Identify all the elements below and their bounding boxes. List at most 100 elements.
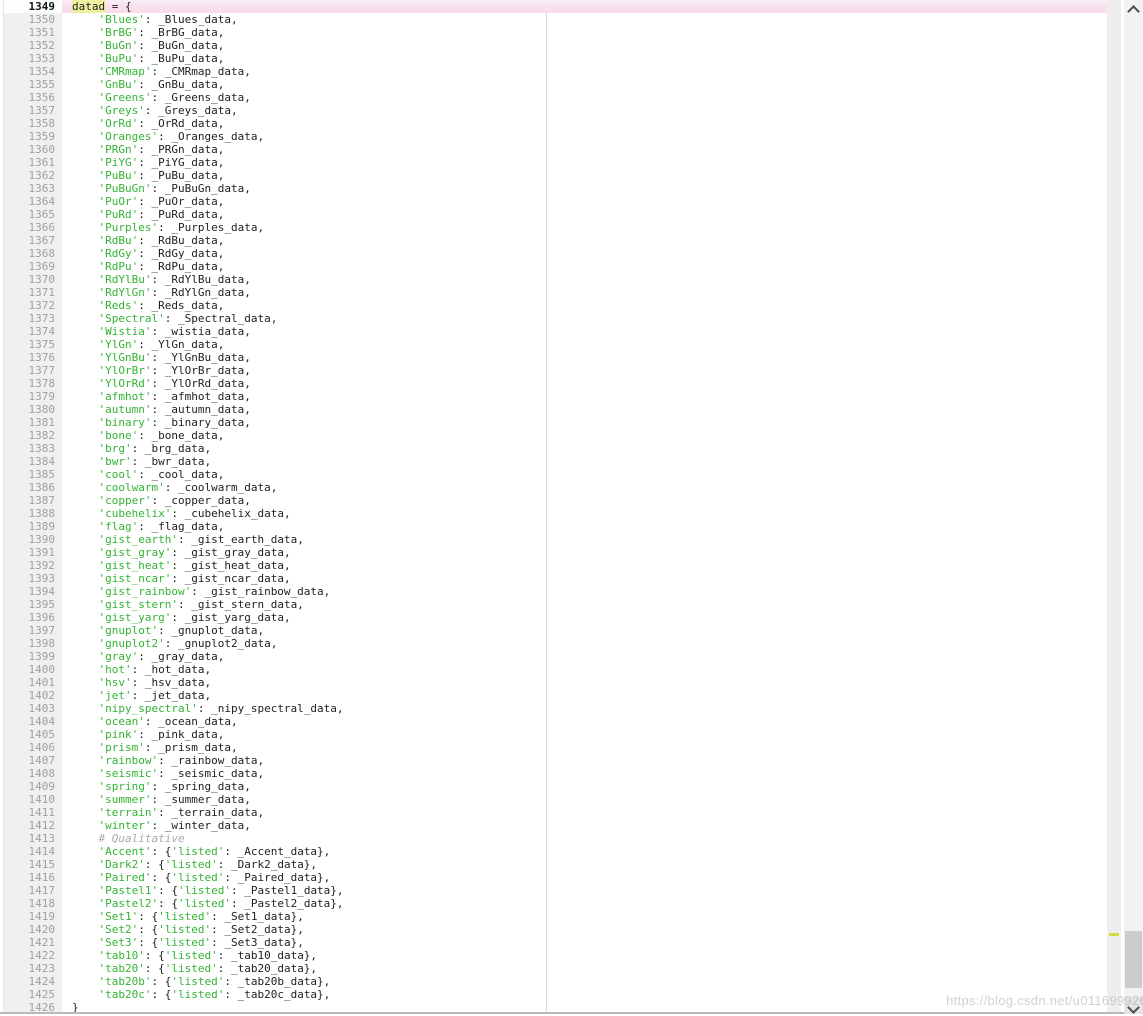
- code-token: 'GnBu': [99, 78, 139, 91]
- code-line[interactable]: 1410 'summer': _summer_data,: [0, 793, 1107, 806]
- change-marker-icon[interactable]: [1109, 933, 1119, 936]
- code-line[interactable]: 1396 'gist_yarg': _gist_yarg_data,: [0, 611, 1107, 624]
- code-area[interactable]: 1349datad = {1350 'Blues': _Blues_data,1…: [0, 0, 1107, 1014]
- scrollbar-thumb[interactable]: [1125, 931, 1142, 988]
- code-token: : _Set1_data},: [211, 910, 304, 923]
- line-number: 1396: [3, 611, 62, 624]
- code-line[interactable]: 1418 'Pastel2': {'listed': _Pastel2_data…: [0, 897, 1107, 910]
- vertical-scrollbar[interactable]: [1124, 0, 1143, 1014]
- code-line[interactable]: 1393 'gist_ncar': _gist_ncar_data,: [0, 572, 1107, 585]
- code-line[interactable]: 1369 'RdPu': _RdPu_data,: [0, 260, 1107, 273]
- code-line[interactable]: 1370 'RdYlBu': _RdYlBu_data,: [0, 273, 1107, 286]
- code-line[interactable]: 1399 'gray': _gray_data,: [0, 650, 1107, 663]
- code-line[interactable]: 1421 'Set3': {'listed': _Set3_data},: [0, 936, 1107, 949]
- code-line[interactable]: 1380 'autumn': _autumn_data,: [0, 403, 1107, 416]
- code-line[interactable]: 1364 'PuOr': _PuOr_data,: [0, 195, 1107, 208]
- code-line[interactable]: 1362 'PuBu': _PuBu_data,: [0, 169, 1107, 182]
- code-line[interactable]: 1361 'PiYG': _PiYG_data,: [0, 156, 1107, 169]
- code-line[interactable]: 1386 'coolwarm': _coolwarm_data,: [0, 481, 1107, 494]
- code-line[interactable]: 1366 'Purples': _Purples_data,: [0, 221, 1107, 234]
- code-line[interactable]: 1402 'jet': _jet_data,: [0, 689, 1107, 702]
- code-line[interactable]: 1408 'seismic': _seismic_data,: [0, 767, 1107, 780]
- code-line[interactable]: 1360 'PRGn': _PRGn_data,: [0, 143, 1107, 156]
- code-line[interactable]: 1407 'rainbow': _rainbow_data,: [0, 754, 1107, 767]
- code-line[interactable]: 1372 'Reds': _Reds_data,: [0, 299, 1107, 312]
- code-token: 'bwr': [99, 455, 132, 468]
- code-line[interactable]: 1412 'winter': _winter_data,: [0, 819, 1107, 832]
- code-line[interactable]: 1379 'afmhot': _afmhot_data,: [0, 390, 1107, 403]
- code-line[interactable]: 1371 'RdYlGn': _RdYlGn_data,: [0, 286, 1107, 299]
- code-line[interactable]: 1417 'Pastel1': {'listed': _Pastel1_data…: [0, 884, 1107, 897]
- code-line[interactable]: 1373 'Spectral': _Spectral_data,: [0, 312, 1107, 325]
- code-line[interactable]: 1365 'PuRd': _PuRd_data,: [0, 208, 1107, 221]
- code-line[interactable]: 1375 'YlGn': _YlGn_data,: [0, 338, 1107, 351]
- code-line[interactable]: 1409 'spring': _spring_data,: [0, 780, 1107, 793]
- code-line[interactable]: 1354 'CMRmap': _CMRmap_data,: [0, 65, 1107, 78]
- code-line[interactable]: 1400 'hot': _hot_data,: [0, 663, 1107, 676]
- code-line[interactable]: 1385 'cool': _cool_data,: [0, 468, 1107, 481]
- code-line[interactable]: 1389 'flag': _flag_data,: [0, 520, 1107, 533]
- code-line[interactable]: 1424 'tab20b': {'listed': _tab20b_data},: [0, 975, 1107, 988]
- scroll-down-button[interactable]: [1124, 997, 1143, 1014]
- code-line[interactable]: 1356 'Greens': _Greens_data,: [0, 91, 1107, 104]
- code-line[interactable]: 1377 'YlOrBr': _YlOrBr_data,: [0, 364, 1107, 377]
- code-line[interactable]: 1425 'tab20c': {'listed': _tab20c_data},: [0, 988, 1107, 1001]
- code-line-text: 'coolwarm': _coolwarm_data,: [62, 481, 1107, 494]
- code-line[interactable]: 1382 'bone': _bone_data,: [0, 429, 1107, 442]
- code-line[interactable]: 1401 'hsv': _hsv_data,: [0, 676, 1107, 689]
- code-token: 'jet': [99, 689, 132, 702]
- code-line[interactable]: 1383 'brg': _brg_data,: [0, 442, 1107, 455]
- scroll-up-button[interactable]: [1124, 0, 1143, 17]
- code-line[interactable]: 1363 'PuBuGn': _PuBuGn_data,: [0, 182, 1107, 195]
- code-line[interactable]: 1353 'BuPu': _BuPu_data,: [0, 52, 1107, 65]
- code-line[interactable]: 1359 'Oranges': _Oranges_data,: [0, 130, 1107, 143]
- code-line[interactable]: 1398 'gnuplot2': _gnuplot2_data,: [0, 637, 1107, 650]
- code-line[interactable]: 1423 'tab20': {'listed': _tab20_data},: [0, 962, 1107, 975]
- code-token: # Qualitative: [99, 832, 185, 845]
- code-line[interactable]: 1405 'pink': _pink_data,: [0, 728, 1107, 741]
- code-line[interactable]: 1368 'RdGy': _RdGy_data,: [0, 247, 1107, 260]
- line-number: 1410: [3, 793, 62, 806]
- code-line[interactable]: 1416 'Paired': {'listed': _Paired_data},: [0, 871, 1107, 884]
- code-token: : {: [145, 949, 165, 962]
- code-line[interactable]: 1390 'gist_earth': _gist_earth_data,: [0, 533, 1107, 546]
- code-line[interactable]: 1355 'GnBu': _GnBu_data,: [0, 78, 1107, 91]
- code-token: : _PuRd_data,: [138, 208, 224, 221]
- code-line[interactable]: 1420 'Set2': {'listed': _Set2_data},: [0, 923, 1107, 936]
- code-token: 'PuOr': [99, 195, 139, 208]
- code-line[interactable]: 1349datad = {: [0, 0, 1107, 13]
- code-token: 'PRGn': [99, 143, 139, 156]
- code-line[interactable]: 1419 'Set1': {'listed': _Set1_data},: [0, 910, 1107, 923]
- code-line[interactable]: 1350 'Blues': _Blues_data,: [0, 13, 1107, 26]
- code-token: 'RdYlBu': [99, 273, 152, 286]
- code-line[interactable]: 1397 'gnuplot': _gnuplot_data,: [0, 624, 1107, 637]
- code-line[interactable]: 1357 'Greys': _Greys_data,: [0, 104, 1107, 117]
- code-token: 'pink': [99, 728, 139, 741]
- code-line[interactable]: 1415 'Dark2': {'listed': _Dark2_data},: [0, 858, 1107, 871]
- code-line[interactable]: 1381 'binary': _binary_data,: [0, 416, 1107, 429]
- code-line[interactable]: 1422 'tab10': {'listed': _tab10_data},: [0, 949, 1107, 962]
- code-line[interactable]: 1413 # Qualitative: [0, 832, 1107, 845]
- code-line[interactable]: 1387 'copper': _copper_data,: [0, 494, 1107, 507]
- code-line[interactable]: 1384 'bwr': _bwr_data,: [0, 455, 1107, 468]
- code-line[interactable]: 1403 'nipy_spectral': _nipy_spectral_dat…: [0, 702, 1107, 715]
- code-line[interactable]: 1404 'ocean': _ocean_data,: [0, 715, 1107, 728]
- code-line[interactable]: 1394 'gist_rainbow': _gist_rainbow_data,: [0, 585, 1107, 598]
- code-token: : _gray_data,: [138, 650, 224, 663]
- code-line[interactable]: 1414 'Accent': {'listed': _Accent_data},: [0, 845, 1107, 858]
- code-line[interactable]: 1367 'RdBu': _RdBu_data,: [0, 234, 1107, 247]
- code-line[interactable]: 1406 'prism': _prism_data,: [0, 741, 1107, 754]
- code-line[interactable]: 1374 'Wistia': _wistia_data,: [0, 325, 1107, 338]
- code-line[interactable]: 1391 'gist_gray': _gist_gray_data,: [0, 546, 1107, 559]
- code-token: 'seismic': [99, 767, 159, 780]
- code-line[interactable]: 1392 'gist_heat': _gist_heat_data,: [0, 559, 1107, 572]
- code-line[interactable]: 1378 'YlOrRd': _YlOrRd_data,: [0, 377, 1107, 390]
- code-line[interactable]: 1352 'BuGn': _BuGn_data,: [0, 39, 1107, 52]
- code-line[interactable]: 1395 'gist_stern': _gist_stern_data,: [0, 598, 1107, 611]
- code-line[interactable]: 1411 'terrain': _terrain_data,: [0, 806, 1107, 819]
- code-line[interactable]: 1358 'OrRd': _OrRd_data,: [0, 117, 1107, 130]
- code-line[interactable]: 1376 'YlGnBu': _YlGnBu_data,: [0, 351, 1107, 364]
- code-line[interactable]: 1351 'BrBG': _BrBG_data,: [0, 26, 1107, 39]
- code-token: : _cool_data,: [138, 468, 224, 481]
- code-line[interactable]: 1388 'cubehelix': _cubehelix_data,: [0, 507, 1107, 520]
